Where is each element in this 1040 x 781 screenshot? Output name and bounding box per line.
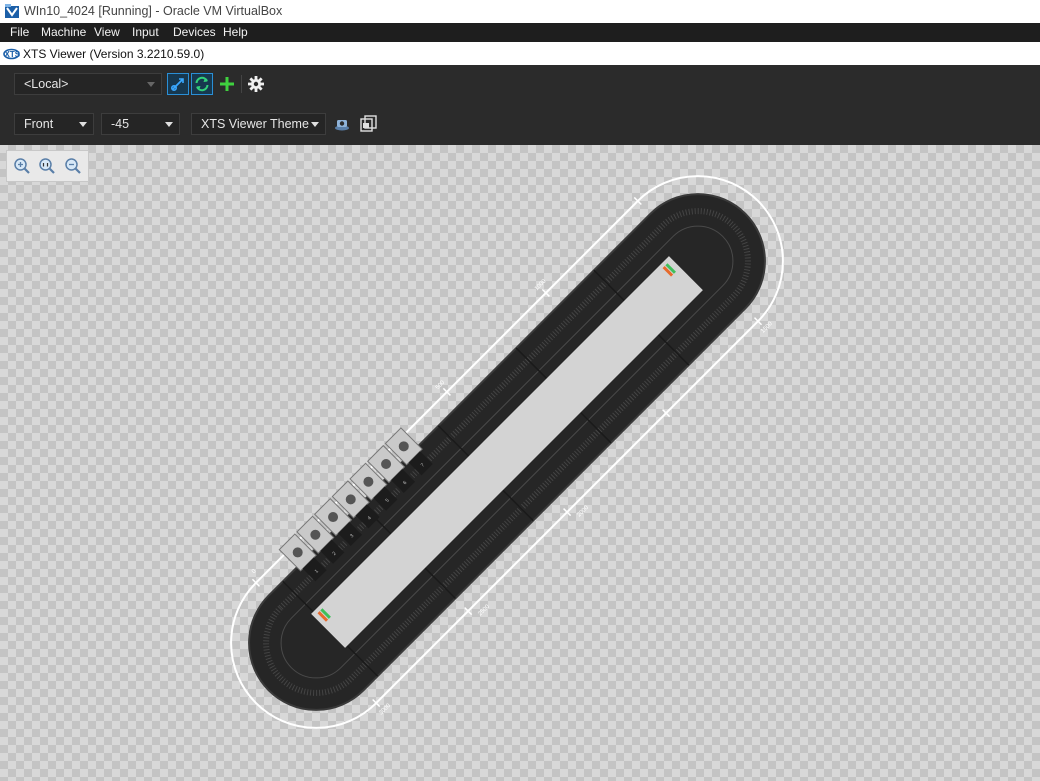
toolbar-separator [241,75,242,93]
dimension-label: 0 [251,568,258,575]
xts-viewer-icon: XTS [3,48,21,60]
theme-select[interactable]: XTS Viewer Theme [191,113,326,135]
connect-button[interactable] [167,73,189,95]
chevron-down-icon [165,122,173,127]
refresh-button[interactable] [191,73,213,95]
refresh-icon [195,76,209,92]
add-button[interactable] [216,73,238,95]
menu-help[interactable]: Help [223,25,248,39]
connect-icon [170,78,184,92]
view-select[interactable]: Front [14,113,94,135]
layout-icon [360,115,377,132]
dimension-label: 1500 [760,320,774,334]
menu-devices[interactable]: Devices [173,25,216,39]
target-select[interactable]: <Local> [14,73,162,95]
layout-button[interactable] [358,113,380,135]
track-center-gap [311,256,703,648]
app-title-bar: XTS XTS Viewer (Version 3.2210.59.0) [0,42,1040,65]
chevron-down-icon [147,82,155,87]
gear-icon [248,76,264,92]
settings-button[interactable] [245,73,267,95]
dimension-label: 3000 [378,702,392,716]
menu-file[interactable]: File [10,25,29,39]
toolbar: <Local> Front -45 XTS Viewer Theme [0,65,1040,145]
window-title-bar: WIn10_4024 [Running] - Oracle VM Virtual… [0,0,1040,23]
add-icon [220,77,234,91]
dimension-label: 1000 [534,278,548,292]
target-value: <Local> [24,77,69,91]
track-scene: 1234567 050010001500200025003000 [230,175,784,729]
menu-machine[interactable]: Machine [41,25,86,39]
view-value: Front [24,117,54,131]
app-title: XTS Viewer (Version 3.2210.59.0) [23,47,205,61]
camera-icon [335,120,349,131]
chevron-down-icon [79,122,87,127]
angle-select[interactable]: -45 [101,113,180,135]
chevron-down-icon [311,122,319,127]
snapshot-button[interactable] [331,113,353,135]
dimension-label: 2500 [477,603,491,617]
menu-input[interactable]: Input [132,25,159,39]
menu-bar: File Machine View Input Devices Help [0,23,1040,42]
virtualbox-icon [5,4,19,18]
dimension-label: 2000 [576,504,590,518]
window-title: WIn10_4024 [Running] - Oracle VM Virtual… [24,4,283,18]
angle-value: -45 [111,117,130,131]
svg-text:XTS: XTS [5,50,21,59]
theme-value: XTS Viewer Theme [201,117,309,131]
menu-view[interactable]: View [94,25,120,39]
